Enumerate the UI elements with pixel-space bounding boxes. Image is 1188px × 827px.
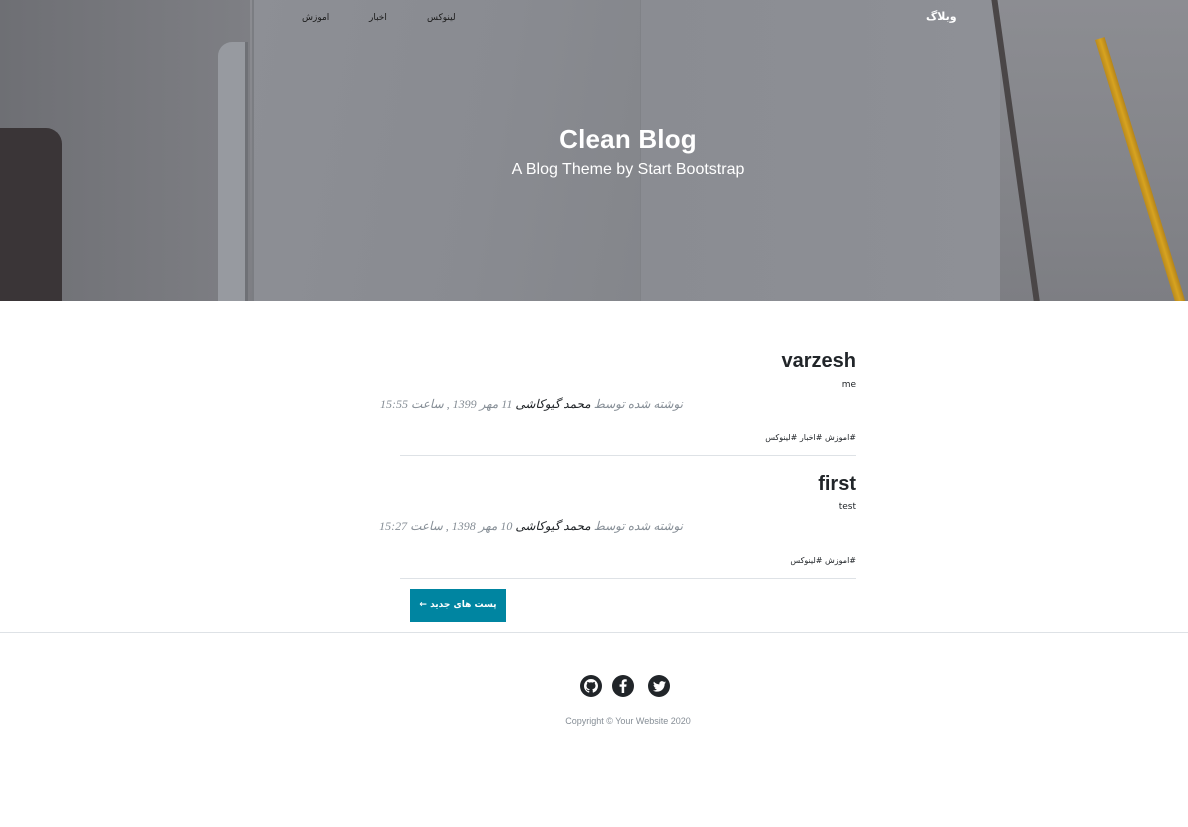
post-author[interactable]: محمد گیوکاشی: [515, 397, 590, 411]
post-preview[interactable]: varzesh me نوشته شده توسط محمد گیوکاشی 1…: [380, 340, 857, 456]
site-title: Clean Blog: [559, 124, 697, 154]
post-title[interactable]: first: [818, 473, 856, 496]
masthead: وبلاگ لینوکس اخبار اموزش Clean Blog A Bl…: [0, 0, 1188, 301]
social-links: [580, 675, 680, 697]
navbar: وبلاگ لینوکس اخبار اموزش: [0, 0, 1188, 36]
nav-link-news[interactable]: اخبار: [369, 13, 387, 23]
post-subtitle: test: [838, 502, 856, 512]
newer-posts-button[interactable]: پست های جدید ←: [410, 589, 506, 622]
nav-link-linux[interactable]: لینوکس: [427, 13, 456, 23]
post-subtitle: me: [841, 380, 856, 390]
post-tags[interactable]: #اموزش #اخبار #لینوکس: [765, 433, 856, 442]
nav-link-education[interactable]: اموزش: [302, 13, 329, 23]
footer-divider: [0, 632, 1188, 633]
copyright: Copyright © Your Website 2020: [565, 716, 691, 726]
facebook-icon[interactable]: [612, 675, 634, 697]
post-meta-prefix: نوشته شده توسط: [593, 519, 683, 533]
post-meta: نوشته شده توسط محمد گیوکاشی 11 مهر 1399 …: [380, 397, 683, 412]
post-meta: نوشته شده توسط محمد گیوکاشی 10 مهر 1398 …: [379, 519, 683, 534]
post-list: varzesh me نوشته شده توسط محمد گیوکاشی 1…: [379, 340, 857, 579]
site-heading: Clean Blog A Blog Theme by Start Bootstr…: [0, 124, 1188, 179]
navbar-brand[interactable]: وبلاگ: [926, 10, 957, 23]
post-preview[interactable]: first test نوشته شده توسط محمد گیوکاشی 1…: [379, 456, 856, 579]
github-icon[interactable]: [580, 675, 602, 697]
post-meta-prefix: نوشته شده توسط: [593, 397, 683, 411]
post-tags[interactable]: #اموزش #لینوکس: [790, 556, 856, 565]
twitter-icon[interactable]: [648, 675, 670, 697]
post-title[interactable]: varzesh: [782, 350, 857, 373]
site-subheading: A Blog Theme by Start Bootstrap: [511, 161, 745, 178]
post-date: 11 مهر 1399 , ساعت 15:55: [379, 397, 513, 411]
post-author[interactable]: محمد گیوکاشی: [515, 519, 590, 533]
post-date: 10 مهر 1398 , ساعت 15:27: [379, 519, 513, 533]
